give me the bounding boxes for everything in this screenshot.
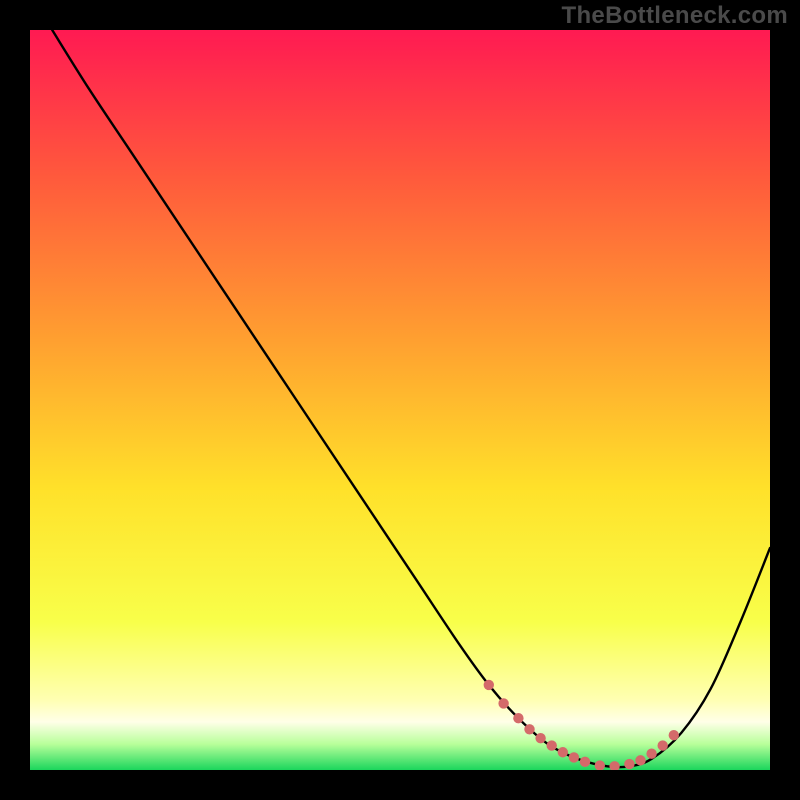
highlight-dot xyxy=(658,740,668,750)
highlight-dot xyxy=(624,759,634,769)
highlight-dot xyxy=(558,747,568,757)
highlight-dot xyxy=(524,724,534,734)
highlight-dot xyxy=(484,680,494,690)
plot-area xyxy=(30,30,770,770)
highlight-dot xyxy=(547,740,557,750)
gradient-bg xyxy=(30,30,770,770)
highlight-dot xyxy=(569,752,579,762)
chart-frame: TheBottleneck.com xyxy=(0,0,800,800)
highlight-dot xyxy=(580,757,590,767)
highlight-dot xyxy=(635,755,645,765)
highlight-dot xyxy=(498,698,508,708)
highlight-dot xyxy=(669,730,679,740)
highlight-dot xyxy=(646,749,656,759)
watermark-text: TheBottleneck.com xyxy=(562,2,788,30)
chart-svg xyxy=(30,30,770,770)
highlight-dot xyxy=(513,713,523,723)
highlight-dot xyxy=(535,733,545,743)
